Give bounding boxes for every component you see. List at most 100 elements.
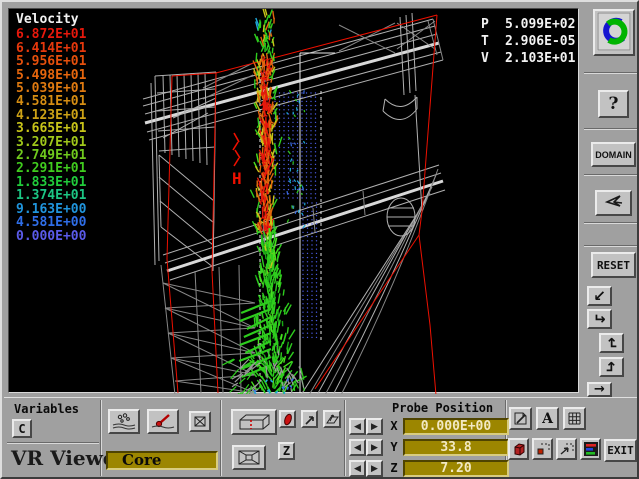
readout-value: 2.906E-05 bbox=[505, 34, 575, 49]
tilt-up-icon: ↵ bbox=[604, 337, 619, 350]
slice-ellipse-icon bbox=[282, 413, 294, 426]
box-cross-icon bbox=[193, 415, 207, 428]
component-select[interactable]: Core bbox=[106, 451, 218, 470]
right-toolbar: ? DOMAIN RESET ↗↙ ↵↵ ↵ ↵ ←→ bbox=[582, 4, 639, 397]
app-window: H Velocity 6.872E+016.414E+015.956E+015.… bbox=[0, 0, 639, 479]
legend-value: 5.039E+01 bbox=[16, 82, 86, 95]
domain-button[interactable]: DOMAIN bbox=[591, 142, 636, 167]
grid-icon bbox=[567, 411, 582, 426]
probe-axis-label: X bbox=[387, 419, 401, 433]
probe-readout: P5.099E+02T2.906E-05V2.103E+01 bbox=[481, 16, 575, 67]
help-button[interactable]: ? bbox=[598, 90, 629, 118]
view-direction-icon bbox=[604, 194, 624, 212]
readout-row: T2.906E-05 bbox=[481, 33, 575, 50]
move-to-region-button[interactable] bbox=[556, 438, 577, 460]
probe-value-field[interactable]: 0.000E+00 bbox=[403, 418, 509, 435]
show-obstacle-button[interactable] bbox=[508, 438, 529, 460]
nav-pan-right-button[interactable]: → bbox=[587, 382, 612, 397]
exit-button[interactable]: EXIT bbox=[604, 439, 637, 462]
viewport-3d[interactable]: H Velocity 6.872E+016.414E+015.956E+015.… bbox=[8, 8, 579, 393]
temperature-probe-button[interactable] bbox=[147, 409, 179, 434]
variable-button-c[interactable]: C bbox=[12, 419, 32, 438]
probe-position-title: Probe Position bbox=[392, 401, 493, 415]
legend-value: 4.123E+01 bbox=[16, 109, 86, 122]
plane-vectors-icon bbox=[326, 413, 339, 426]
legend-value: 4.581E+01 bbox=[16, 95, 86, 108]
colorbars-button[interactable] bbox=[580, 438, 601, 460]
zoom-out-icon: ↙ bbox=[593, 289, 606, 304]
rotate-right-icon: ↵ bbox=[593, 312, 606, 327]
axis-button-z[interactable]: Z bbox=[278, 442, 295, 460]
cut-plane-box-icon bbox=[236, 413, 272, 431]
cut-plane-button[interactable] bbox=[231, 409, 277, 435]
legend-entries: 6.872E+016.414E+015.956E+015.498E+015.03… bbox=[16, 28, 86, 243]
particles-icon bbox=[112, 413, 136, 430]
legend-value: 0.000E+00 bbox=[16, 230, 86, 243]
legend-value: 6.872E+01 bbox=[16, 28, 86, 41]
nav-tilt-up-button[interactable]: ↵ bbox=[599, 333, 624, 353]
legend-value: 9.163E+00 bbox=[16, 203, 86, 216]
grid-button[interactable] bbox=[563, 407, 586, 430]
probe-dec-button[interactable]: ◀ bbox=[349, 439, 366, 456]
fit-view-button[interactable] bbox=[232, 445, 266, 470]
reset-button[interactable]: RESET bbox=[591, 252, 636, 278]
probe-value-field[interactable]: 7.20 bbox=[403, 460, 509, 477]
vector-plot-button[interactable] bbox=[301, 410, 318, 428]
arrow-into-box-icon bbox=[560, 442, 574, 456]
arrow-up-right-icon bbox=[304, 413, 316, 426]
readout-value: 2.103E+01 bbox=[505, 51, 575, 66]
snapshot-button[interactable] bbox=[509, 407, 532, 430]
plane-vectors-button[interactable] bbox=[323, 410, 341, 428]
probe-axis-label: Z bbox=[387, 461, 401, 475]
h-marker-label: H bbox=[232, 169, 242, 188]
app-logo-button[interactable] bbox=[593, 9, 635, 56]
legend-value: 5.956E+01 bbox=[16, 55, 86, 68]
nav-tilt-up-slot: ↵ bbox=[599, 333, 627, 356]
legend-value: 1.833E+01 bbox=[16, 176, 86, 189]
bottom-panel: Variables PTVC VR Viewer bbox=[4, 397, 639, 479]
flow3d-logo-icon bbox=[597, 12, 631, 54]
legend-title: Velocity bbox=[16, 13, 86, 26]
clear-display-button[interactable] bbox=[189, 411, 211, 432]
probe-inc-button[interactable]: ▶ bbox=[366, 460, 383, 477]
legend-value: 2.291E+01 bbox=[16, 162, 86, 175]
nav-zoom-out-button[interactable]: ↙ bbox=[587, 286, 612, 306]
readout-label: V bbox=[481, 50, 505, 67]
colorbars-icon bbox=[584, 442, 598, 456]
snapshot-icon bbox=[513, 411, 528, 426]
text-annotation-button[interactable]: A bbox=[536, 407, 559, 430]
tilt-down-icon: ↵ bbox=[604, 361, 619, 374]
open-box-icon bbox=[512, 442, 526, 456]
probe-row-y: ◀▶ Y33.8 bbox=[349, 438, 509, 456]
velocity-legend: Velocity 6.872E+016.414E+015.956E+015.49… bbox=[16, 13, 86, 243]
readout-label: T bbox=[481, 33, 505, 50]
nav-tilt-down-button[interactable]: ↵ bbox=[599, 357, 624, 377]
legend-value: 3.665E+01 bbox=[16, 122, 86, 135]
probe-dec-button[interactable]: ◀ bbox=[349, 418, 366, 435]
readout-value: 5.099E+02 bbox=[505, 17, 575, 32]
probe-dec-button[interactable]: ◀ bbox=[349, 460, 366, 477]
legend-value: 3.207E+01 bbox=[16, 136, 86, 149]
region-select-button[interactable] bbox=[532, 438, 553, 460]
legend-value: 1.374E+01 bbox=[16, 189, 86, 202]
probe-row-x: ◀▶ X0.000E+00 bbox=[349, 417, 509, 435]
probe-axis-label: Y bbox=[387, 440, 401, 454]
legend-value: 2.749E+01 bbox=[16, 149, 86, 162]
variables-title: Variables bbox=[14, 402, 79, 416]
legend-value: 5.498E+01 bbox=[16, 69, 86, 82]
nav-tilt-down-slot: ↵ bbox=[599, 357, 627, 380]
readout-row: P5.099E+02 bbox=[481, 16, 575, 33]
thermometer-icon bbox=[151, 413, 175, 430]
legend-value: 4.581E+00 bbox=[16, 216, 86, 229]
probe-value-field[interactable]: 33.8 bbox=[403, 439, 509, 456]
probe-inc-button[interactable]: ▶ bbox=[366, 418, 383, 435]
readout-label: P bbox=[481, 16, 505, 33]
fit-box-icon bbox=[237, 449, 261, 466]
particles-button[interactable] bbox=[108, 409, 140, 434]
region-icon bbox=[536, 442, 550, 456]
view-direction-button[interactable] bbox=[595, 190, 632, 216]
slice-button[interactable] bbox=[279, 410, 296, 428]
probe-inc-button[interactable]: ▶ bbox=[366, 439, 383, 456]
nav-rotate-right-button[interactable]: ↵ bbox=[587, 309, 612, 329]
probe-row-z: ◀▶ Z7.20 bbox=[349, 459, 509, 477]
